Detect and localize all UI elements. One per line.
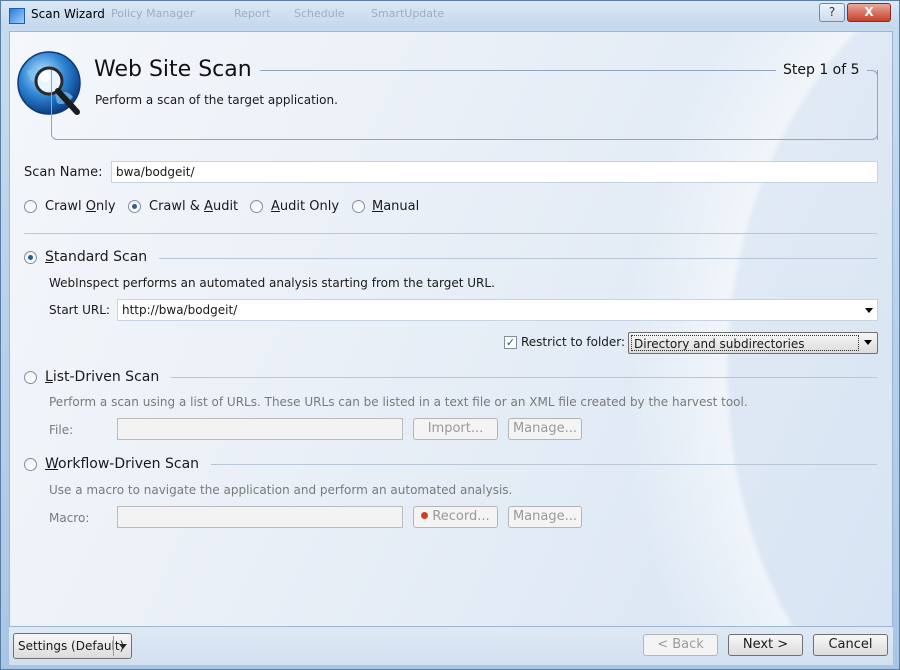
manual-label[interactable]: Manual [372, 199, 419, 214]
workflow-scan-description: Use a macro to navigate the application … [49, 483, 513, 497]
record-button[interactable]: Record... [413, 506, 498, 528]
workflow-manage-button[interactable]: Manage... [508, 506, 582, 528]
settings-split-button[interactable]: Settings (Default) [13, 633, 132, 659]
crawl-only-radio[interactable] [24, 200, 37, 213]
scan-wizard-window: Scan Wizard Policy Manager Report Schedu… [0, 0, 900, 670]
start-url-dropdown[interactable]: http://bwa/bodgeit/ [117, 299, 878, 321]
modes-divider [24, 233, 877, 234]
crawl-only-label[interactable]: Crawl Only [45, 199, 116, 214]
record-icon [421, 512, 429, 519]
macro-label: Macro: [49, 511, 90, 525]
crawl-audit-label[interactable]: Crawl & Audit [149, 199, 238, 214]
ghost-tab-smartupdate: SmartUpdate [371, 7, 445, 20]
workflow-scan-radio[interactable] [24, 458, 37, 471]
close-button[interactable]: X [847, 3, 891, 22]
page-subtitle: Perform a scan of the target application… [95, 93, 338, 107]
record-button-label: Record... [432, 509, 490, 524]
header-frame-corner [867, 70, 878, 140]
manual-radio[interactable] [352, 200, 365, 213]
start-url-value: http://bwa/bodgeit/ [122, 303, 238, 317]
macro-input[interactable] [117, 506, 403, 528]
chevron-down-icon [864, 340, 872, 345]
list-scan-label[interactable]: List-Driven Scan [45, 369, 159, 385]
settings-label: Settings (Default) [18, 639, 125, 653]
standard-scan-label[interactable]: Standard Scan [45, 249, 147, 265]
restrict-folder-checkbox[interactable]: ✓ [504, 336, 517, 349]
workflow-scan-divider [211, 464, 877, 465]
list-scan-description: Perform a scan using a list of URLs. The… [49, 395, 748, 409]
list-scan-radio[interactable] [24, 371, 37, 384]
file-input[interactable] [117, 418, 403, 440]
audit-only-label[interactable]: Audit Only [271, 199, 339, 214]
scan-name-label: Scan Name: [24, 165, 103, 180]
standard-scan-radio[interactable] [24, 251, 37, 264]
ghost-tab-schedule: Schedule [294, 7, 345, 20]
list-manage-button[interactable]: Manage... [508, 418, 582, 440]
help-button[interactable]: ? [819, 3, 845, 22]
list-scan-divider [171, 377, 877, 378]
app-icon [9, 8, 25, 24]
restrict-folder-label: Restrict to folder: [521, 335, 626, 349]
chevron-down-icon [865, 308, 873, 313]
cancel-button[interactable]: Cancel [813, 634, 888, 656]
audit-only-radio[interactable] [250, 200, 263, 213]
crawl-audit-radio[interactable] [128, 200, 141, 213]
start-url-label: Start URL: [49, 303, 110, 317]
restrict-folder-select[interactable]: Directory and subdirectories [628, 332, 878, 354]
ghost-tab-report: Report [234, 7, 271, 20]
standard-scan-divider [159, 258, 877, 259]
ghost-tab-policy-manager: Policy Manager [111, 7, 195, 20]
file-label: File: [49, 423, 74, 437]
restrict-folder-value: Directory and subdirectories [631, 335, 859, 351]
settings-divider [113, 636, 114, 656]
scan-name-input[interactable]: bwa/bodgeit/ [111, 161, 878, 183]
title-bar: Scan Wizard Policy Manager Report Schedu… [1, 1, 899, 29]
chevron-down-icon[interactable] [119, 644, 127, 649]
workflow-scan-label[interactable]: Workflow-Driven Scan [45, 456, 199, 472]
window-title: Scan Wizard [31, 7, 105, 21]
back-button[interactable]: < Back [643, 634, 718, 656]
next-button[interactable]: Next > [728, 634, 803, 656]
import-button[interactable]: Import... [413, 418, 498, 440]
standard-scan-description: WebInspect performs an automated analysi… [49, 276, 495, 290]
